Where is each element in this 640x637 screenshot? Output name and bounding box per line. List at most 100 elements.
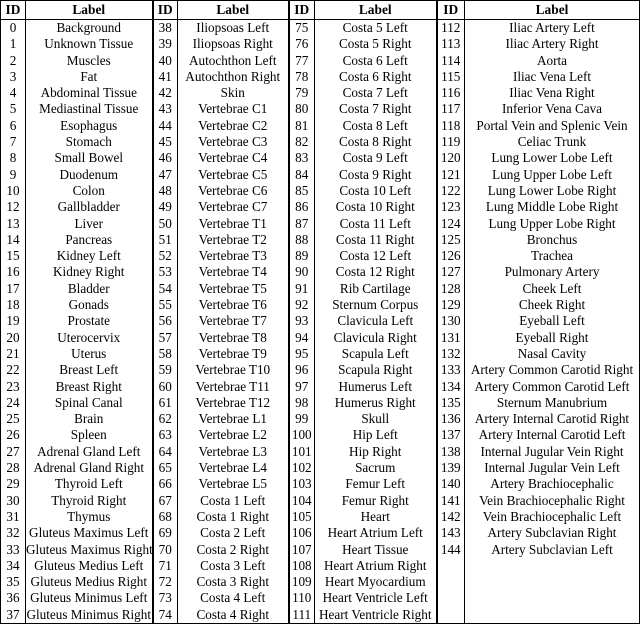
cell-id: 109 [288, 574, 315, 591]
cell-label: Vertebrae T11 [177, 378, 290, 395]
header-label-2: Label [177, 0, 290, 20]
header-label-3: Label [314, 0, 438, 20]
cell-label: Lung Upper Lobe Right [488, 215, 616, 231]
cell-id: 19 [0, 313, 26, 330]
cell-id: 8 [0, 150, 26, 167]
cell-label: Vertebrae T9 [177, 345, 290, 363]
cell-id: 131 [436, 329, 465, 346]
cell-id: 90 [288, 264, 315, 281]
cell-label: Vertebrae C3 [177, 134, 290, 151]
cell-id: 43 [152, 101, 178, 118]
cell-id: 142 [436, 508, 465, 526]
cell-id: 29 [0, 476, 26, 493]
cell-label: Vertebrae L2 [177, 427, 290, 444]
cell-label: Autochthon Left [177, 52, 290, 69]
table-row: 19 Prostate 56 Vertebrae T7 93 Clavicula Left… [0, 313, 640, 330]
table-row: 20 Uterocervix 57 Vertebrae T8 94 Clavicula R… [0, 329, 640, 346]
cell-label: Abdominal Tissue [25, 85, 154, 102]
cell-label: Vertebrae L3 [177, 443, 290, 461]
cell-id: 69 [152, 525, 178, 542]
cell-label: Gluteus Minimus Left [25, 590, 154, 607]
cell-label: Spleen [25, 427, 154, 444]
cell-label: Sternum Manubrium [496, 394, 608, 410]
cell-label: Costa 2 Right [177, 541, 290, 558]
cell-id: 1 [0, 36, 26, 53]
cell-id: 38 [152, 19, 178, 37]
cell-label: Kidney Right [25, 264, 154, 281]
cell-label: Vertebrae T7 [177, 313, 290, 330]
cell-label [465, 590, 640, 606]
cell-id: 6 [0, 117, 26, 135]
cell-id: 136 [436, 411, 465, 428]
cell-id: 35 [0, 574, 26, 591]
cell-label: Costa 1 Left [177, 492, 290, 509]
cell-label: Bladder [25, 280, 154, 298]
cell-label: Gluteus Minimus Right [25, 606, 154, 624]
cell-id: 68 [152, 508, 178, 526]
cell-label: Eyeball Right [515, 329, 589, 345]
cell-id: 127 [436, 264, 465, 281]
cell-id: 103 [288, 476, 315, 493]
cell-id: 134 [436, 378, 465, 395]
cell-id: 92 [288, 297, 315, 314]
table-row: 12 Gallbladder 49 Vertebrae C7 86 Costa 10 Ri… [0, 199, 640, 216]
cell-label: Vein Brachiocephalic Left [482, 508, 622, 524]
table-row: 28 Adrenal Gland Right 65 Vertebrae L4 102 Sa… [0, 460, 640, 477]
cell-id: 49 [152, 199, 178, 216]
cell-label: Hip Right [314, 443, 438, 461]
cell-id: 96 [288, 362, 315, 379]
cell-label: Kidney Left [25, 248, 154, 265]
table-row: 32 Gluteus Maximus Left 69 Costa 2 Left 106 H… [0, 525, 640, 542]
cell-id: 99 [288, 411, 315, 428]
cell-label: Skull [314, 411, 438, 428]
table-row: 0 Background 38 Iliopsoas Left 75 Costa 5 Lef… [0, 19, 640, 37]
cell-id: 3 [0, 68, 26, 86]
cell-label: Uterocervix [25, 329, 154, 346]
cell-label: Costa 11 Right [314, 231, 438, 249]
cell-id: 31 [0, 508, 26, 526]
table-row: 25 Brain 62 Vertebrae L1 99 Skull 136 Artery In… [0, 411, 640, 428]
cell-label: Vein Brachiocephalic Right [479, 492, 625, 508]
cell-id [436, 574, 465, 591]
cell-id: 45 [152, 134, 178, 151]
table-row: 37 Gluteus Minimus Right 74 Costa 4 Right 11… [0, 606, 640, 624]
table-row: 27 Adrenal Gland Left 64 Vertebrae L3 101 Hip… [0, 443, 640, 461]
cell-id: 84 [288, 166, 315, 183]
cell-id: 123 [436, 199, 465, 216]
cell-id: 16 [0, 264, 26, 281]
cell-label: Internal Jugular Vein Left [484, 460, 620, 476]
cell-id: 77 [288, 52, 315, 69]
cell-id: 143 [436, 525, 465, 542]
cell-id: 78 [288, 68, 315, 86]
cell-label: Iliac Vena Left [512, 68, 592, 84]
cell-label: Iliopsoas Left [177, 19, 290, 37]
cell-id: 116 [436, 85, 465, 102]
cell-label: Costa 2 Left [177, 525, 290, 542]
cell-label: Costa 7 Right [314, 101, 438, 118]
cell-id: 7 [0, 134, 26, 151]
cell-label: Thyroid Left [25, 476, 154, 493]
table-row: 5 Mediastinal Tissue 43 Vertebrae C1 80 Costa… [0, 101, 640, 118]
cell-label: Esophagus [25, 117, 154, 135]
cell-label: Vertebrae T3 [177, 248, 290, 265]
cell-id: 47 [152, 166, 178, 183]
cell-id: 13 [0, 215, 26, 232]
cell-id: 64 [152, 443, 178, 461]
cell-id: 106 [288, 525, 315, 542]
cell-label: Artery Common Carotid Right [470, 362, 634, 378]
cell-label: Lung Lower Lobe Right [487, 182, 617, 198]
cell-label: Gonads [25, 297, 154, 314]
cell-id: 15 [0, 248, 26, 265]
cell-label: Vertebrae C7 [177, 199, 290, 216]
cell-label: Colon [25, 182, 154, 200]
cell-label: Mediastinal Tissue [25, 101, 154, 118]
cell-label: Lung Upper Lobe Left [492, 166, 612, 182]
cell-label: Clavicula Right [314, 329, 438, 346]
cell-label: Artery Subclavian Right [487, 525, 617, 541]
cell-label: Trachea [531, 248, 573, 264]
cell-id: 57 [152, 329, 178, 346]
cell-label: Costa 12 Left [314, 248, 438, 265]
cell-label: Vertebrae T10 [177, 362, 290, 379]
cell-id: 55 [152, 297, 178, 314]
cell-label: Costa 7 Left [314, 85, 438, 102]
